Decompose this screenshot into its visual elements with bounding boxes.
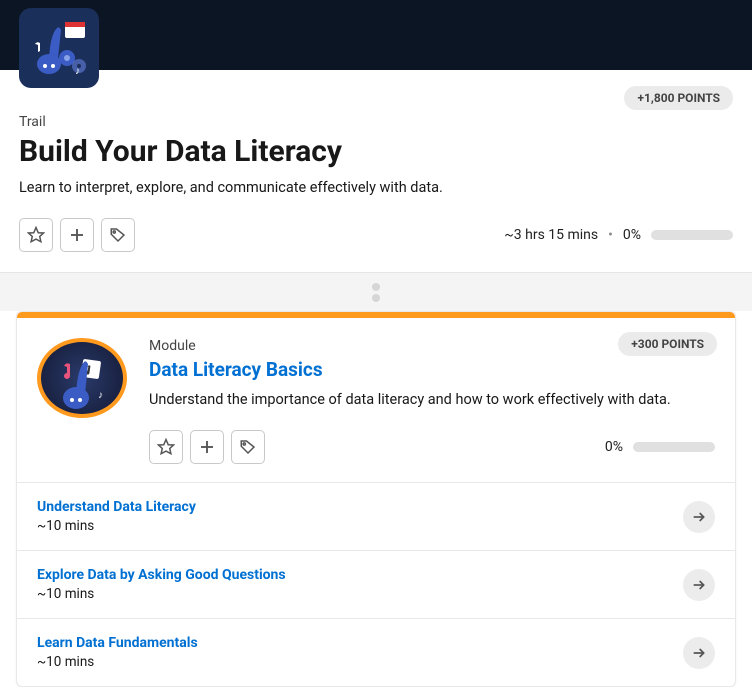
trail-progress-bar [651, 230, 733, 240]
separator: • [608, 227, 613, 243]
lesson-text: Learn Data Fundamentals ~10 mins [37, 635, 198, 670]
module-points-badge: +300 POINTS [618, 332, 717, 356]
lesson-item: Understand Data Literacy ~10 mins [17, 482, 735, 550]
tag-button[interactable] [101, 218, 135, 252]
lesson-title-link[interactable]: Learn Data Fundamentals [37, 635, 198, 651]
module-title-link[interactable]: Data Literacy Basics [149, 358, 715, 381]
lesson-item: Explore Data by Asking Good Questions ~10… [17, 550, 735, 618]
module-icon-buttons [149, 430, 265, 464]
tag-icon [239, 438, 257, 456]
trail-category: Trail [19, 114, 733, 130]
lesson-title-link[interactable]: Understand Data Literacy [37, 499, 196, 515]
module-description: Understand the importance of data litera… [149, 391, 715, 408]
add-button[interactable] [60, 218, 94, 252]
star-icon [27, 226, 45, 244]
module-progress: 0% [605, 439, 715, 455]
trail-percent: 0% [623, 227, 641, 243]
module-body: +300 POINTS ♪ Module Data Literacy Basic… [17, 318, 735, 482]
module-percent: 0% [605, 439, 623, 455]
lesson-duration: ~10 mins [37, 654, 198, 670]
trail-duration: ~3 hrs 15 mins [504, 227, 598, 243]
trail-subtitle: Learn to interpret, explore, and communi… [19, 179, 733, 196]
lesson-item: Learn Data Fundamentals ~10 mins [17, 618, 735, 686]
drag-handle[interactable] [0, 273, 752, 311]
plus-icon [68, 226, 86, 244]
favorite-button[interactable] [19, 218, 53, 252]
lesson-duration: ~10 mins [37, 586, 286, 602]
lesson-text: Explore Data by Asking Good Questions ~10… [37, 567, 286, 602]
lesson-open-button[interactable] [683, 501, 715, 533]
star-icon [157, 438, 175, 456]
trail-points-badge: +1,800 POINTS [624, 86, 733, 110]
module-info: Module Data Literacy Basics Understand t… [149, 338, 715, 464]
trail-header: +1,800 POINTS Trail Build Your Data Lite… [0, 70, 752, 273]
module-tag-button[interactable] [231, 430, 265, 464]
lesson-text: Understand Data Literacy ~10 mins [37, 499, 196, 534]
arrow-right-icon [691, 645, 707, 661]
lesson-open-button[interactable] [683, 569, 715, 601]
module-add-button[interactable] [190, 430, 224, 464]
module-action-row: 0% [149, 430, 715, 464]
module-card: +300 POINTS ♪ Module Data Literacy Basic… [16, 311, 736, 687]
arrow-right-icon [691, 577, 707, 593]
trail-icon-buttons [19, 218, 135, 252]
trail-title: Build Your Data Literacy [19, 134, 733, 169]
module-badge: ♪ [37, 338, 127, 418]
tag-icon [109, 226, 127, 244]
arrow-right-icon [691, 509, 707, 525]
trail-progress: ~3 hrs 15 mins • 0% [504, 227, 733, 243]
svg-text:♪: ♪ [98, 390, 103, 401]
plus-icon [198, 438, 216, 456]
top-bar [0, 0, 752, 70]
trail-action-row: ~3 hrs 15 mins • 0% [19, 218, 733, 252]
module-favorite-button[interactable] [149, 430, 183, 464]
module-progress-bar [633, 442, 715, 452]
lesson-duration: ~10 mins [37, 518, 196, 534]
lesson-title-link[interactable]: Explore Data by Asking Good Questions [37, 567, 286, 583]
